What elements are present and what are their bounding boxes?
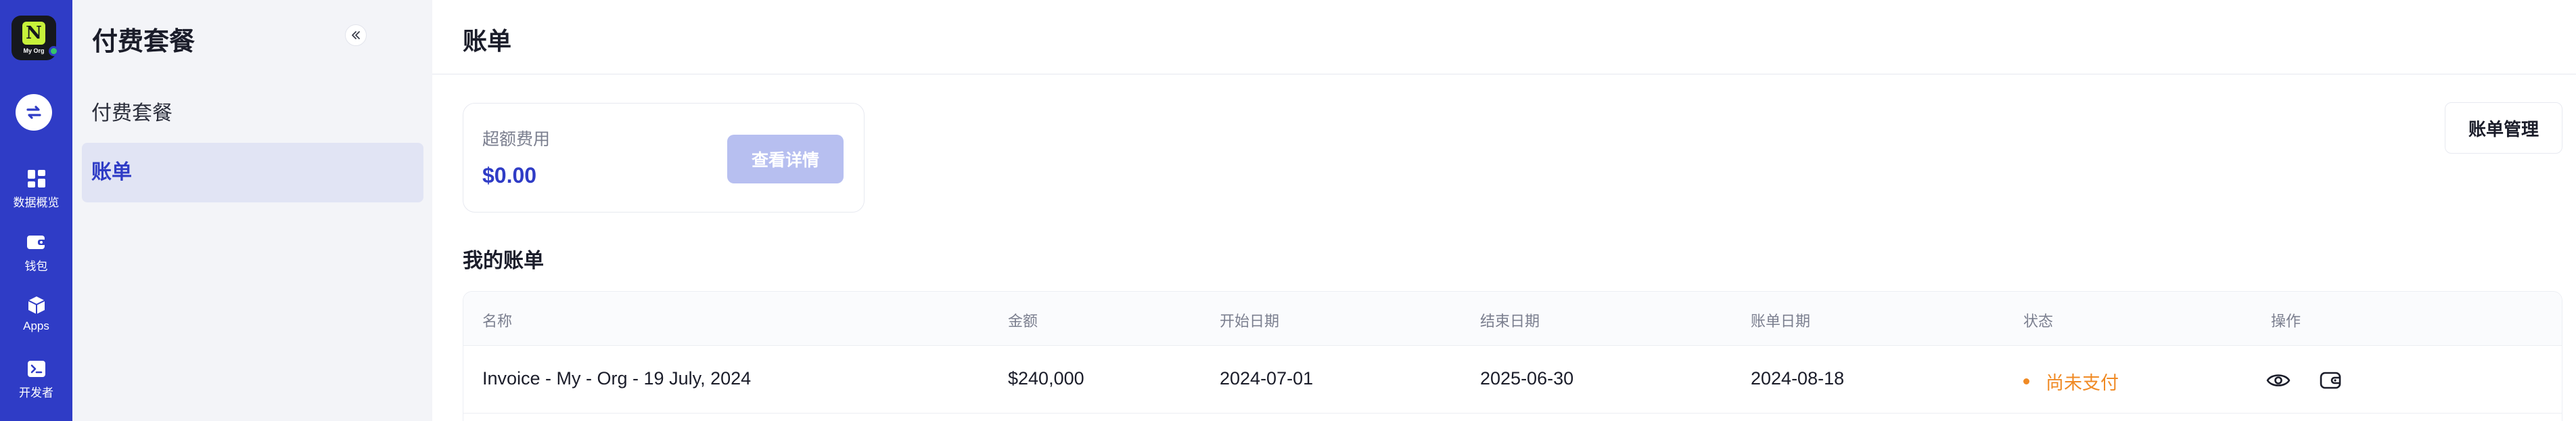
- rail-item-label: 数据概览: [13, 196, 60, 209]
- sidebar-title: 付费套餐: [92, 28, 196, 56]
- wallet-icon: [2320, 372, 2341, 389]
- overage-amount: $0.00: [482, 163, 537, 187]
- terminal-icon: [27, 361, 45, 377]
- pay-invoice-button[interactable]: [2316, 365, 2347, 396]
- rail-item-dashboard[interactable]: 数据概览: [0, 169, 72, 210]
- status-badge: 尚未支付: [2023, 368, 2119, 395]
- overage-card: 超额费用 $0.00 查看详情: [463, 103, 865, 213]
- rail-item-wallet[interactable]: 钱包: [0, 232, 72, 273]
- wallet-icon: [26, 236, 46, 249]
- page-header: 账单: [432, 0, 2576, 74]
- rail-item-label: 开发者: [19, 386, 53, 399]
- dashboard-icon: [27, 170, 45, 187]
- section-title: 我的账单: [463, 250, 544, 272]
- rail-item-developer[interactable]: 开发者: [0, 359, 72, 400]
- sidebar-item-plans[interactable]: 付费套餐: [82, 84, 423, 143]
- billing-sidebar: 付费套餐 付费套餐 账单: [72, 0, 432, 421]
- page-title: 账单: [463, 27, 512, 55]
- switch-org-button[interactable]: [16, 94, 52, 131]
- column-header-amount: 金额: [1008, 313, 1038, 330]
- table-header: 名称 金额 开始日期 结束日期 账单日期 状态 操作: [463, 292, 2562, 346]
- org-logo[interactable]: N My Org: [12, 16, 59, 60]
- rail-item-label: Apps: [23, 319, 49, 332]
- invoice-name: Invoice - My - Org - 19 July, 2024: [482, 368, 752, 389]
- org-name: My Org: [23, 47, 45, 54]
- invoice-bill-date: 2024-08-18: [1751, 368, 1845, 389]
- column-header-name: 名称: [482, 313, 513, 330]
- column-header-start-date: 开始日期: [1220, 313, 1280, 330]
- invoice-end-date: 2025-06-30: [1480, 368, 1574, 389]
- rail-item-apps[interactable]: Apps: [0, 295, 72, 333]
- global-rail: N My Org 数据概览 钱包 Apps 开发者: [0, 0, 72, 421]
- app-root: N My Org 数据概览 钱包 Apps 开发者 付费套餐 付费套餐 账单 账…: [0, 0, 2576, 421]
- column-header-actions: 操作: [2271, 313, 2301, 330]
- org-logo-mark: N: [22, 22, 45, 45]
- invoice-start-date: 2024-07-01: [1220, 368, 1314, 389]
- view-invoice-button[interactable]: [2263, 365, 2294, 396]
- column-header-bill-date: 账单日期: [1751, 313, 1811, 330]
- billing-management-button[interactable]: 账单管理: [2445, 102, 2562, 154]
- invoice-amount: $240,000: [1008, 368, 1084, 389]
- column-header-end-date: 结束日期: [1480, 313, 1540, 330]
- rail-item-label: 钱包: [24, 260, 48, 273]
- swap-icon: [26, 106, 41, 119]
- collapse-sidebar-button[interactable]: [345, 24, 367, 46]
- chevrons-left-icon: [352, 31, 360, 39]
- online-indicator: [49, 46, 59, 56]
- sidebar-item-billing[interactable]: 账单: [82, 143, 423, 202]
- table-row: Invoice - My - Org - 19 July, 2024 $240,…: [463, 346, 2562, 414]
- overage-label: 超额费用: [482, 130, 551, 149]
- cube-icon: [28, 296, 45, 314]
- main-content: 账单 超额费用 $0.00 查看详情 账单管理 我的账单 名称 金额 开始日期 …: [432, 0, 2576, 421]
- view-details-button[interactable]: 查看详情: [727, 135, 844, 183]
- invoice-table: 名称 金额 开始日期 结束日期 账单日期 状态 操作 Invoice - My …: [463, 291, 2562, 421]
- status-dot: [2023, 378, 2029, 384]
- eye-icon: [2266, 374, 2291, 386]
- status-label: 尚未支付: [2046, 373, 2119, 393]
- column-header-status: 状态: [2023, 313, 2054, 330]
